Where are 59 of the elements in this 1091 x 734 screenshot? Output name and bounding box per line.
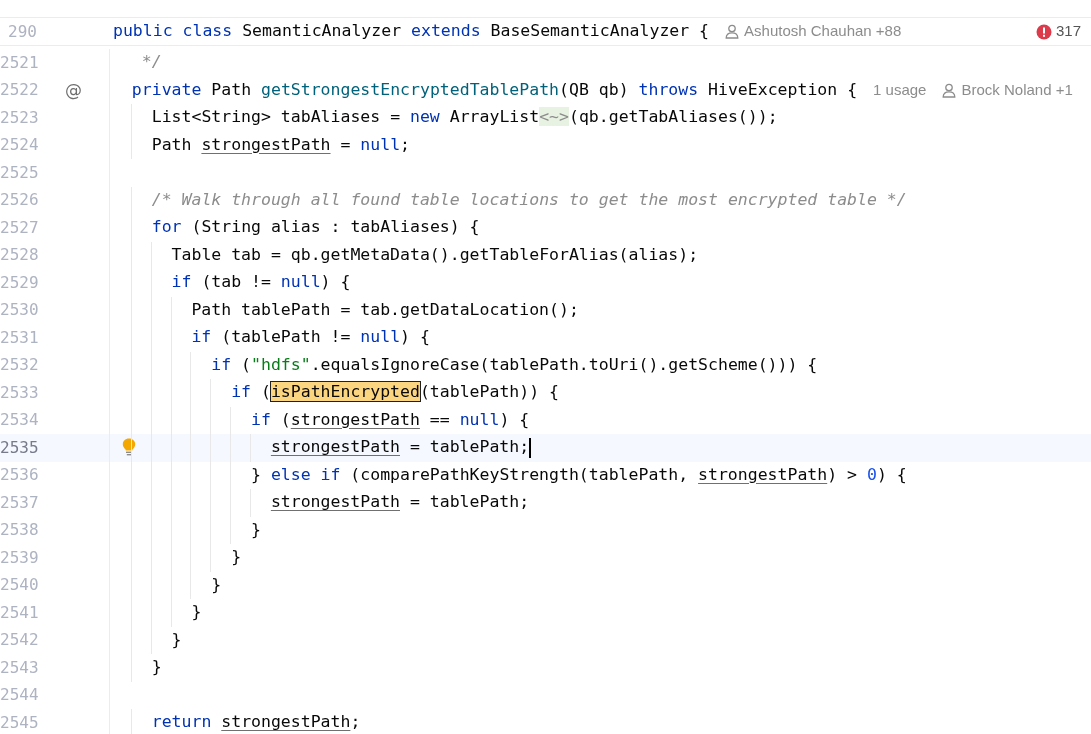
line-number: 2543 (0, 656, 37, 679)
code-line: if (isPathEncrypted(tablePath)) { (231, 381, 559, 404)
code-line: private Path getStrongestEncryptedTablePath(QB qb) throws HiveException { (131, 78, 858, 101)
code-line: } (191, 601, 202, 624)
text-cursor (529, 437, 532, 458)
line-number: 2542 (0, 629, 37, 652)
code-line: strongestPath = tablePath; (270, 491, 530, 514)
code-line: if (tablePath != null) { (191, 326, 430, 349)
line-number: 2534 (0, 409, 37, 432)
code-line: Path tablePath = tab.getDataLocation(); (191, 298, 579, 321)
code-line: Table tab = qb.getMetaData().getTableForAlias(alias); (171, 243, 699, 266)
code-line: for (String alias : tabAliases) { (151, 216, 480, 239)
code-line: } (231, 546, 242, 569)
code-line: } (211, 573, 222, 596)
error-icon[interactable] (1035, 23, 1052, 40)
line-number: 2525 (0, 161, 37, 184)
code-line: } else if (comparePathKeyStrength(tablePath, strongestPath) > 0) { (251, 463, 907, 486)
line-number: 2544 (0, 684, 37, 707)
person-icon (942, 82, 957, 98)
line-number: 2530 (0, 299, 37, 322)
code-line: */ (141, 51, 162, 74)
line-number: 2536 (0, 464, 37, 487)
usage-hint[interactable]: 1 usage (873, 79, 927, 102)
code-line: Path strongestPath = null; (151, 133, 411, 156)
code-line: } (151, 656, 162, 679)
code-line: } (251, 518, 261, 541)
code-line: if (tab != null) { (171, 271, 351, 294)
line-number: 2545 (0, 711, 37, 734)
line-number: 2535 (0, 436, 37, 459)
code-line: /* Walk through all found table locations to get the most encrypted table */ (151, 188, 907, 211)
code-line: List<String> tabAliases = new ArrayList<~>(qb.getTabAliases()); (151, 106, 778, 129)
line-number: 2521 (0, 51, 37, 74)
line-number: 2523 (0, 106, 37, 129)
line-number: 2539 (0, 546, 37, 569)
code-line: public class SemanticAnalyzer extends BaseSemanticAnalyzer { (113, 20, 710, 43)
code-line: strongestPath = tablePath; (270, 436, 530, 459)
person-icon (725, 24, 740, 39)
code-line: return strongestPath; (151, 711, 361, 734)
line-number: 290 (7, 20, 37, 43)
line-number: 2522 (0, 79, 37, 102)
code-line: } (171, 628, 182, 651)
line-number: 2540 (0, 574, 37, 597)
error-count[interactable]: 317 (1055, 20, 1081, 43)
line-number: 2524 (0, 134, 37, 157)
line-number: 2529 (0, 271, 37, 294)
line-number: 2526 (0, 189, 37, 212)
line-number: 2531 (0, 326, 37, 349)
author-hint[interactable]: Brock Noland +1 (961, 79, 1073, 102)
line-number: 2528 (0, 244, 37, 267)
code-line: if ("hdfs".equalsIgnoreCase(tablePath.toUri().getScheme())) { (211, 353, 818, 376)
annotation-marker[interactable]: @ (65, 79, 82, 100)
line-number: 2527 (0, 216, 37, 239)
line-number: 2541 (0, 601, 37, 624)
line-number: 2533 (0, 381, 37, 404)
code-line: if (strongestPath == null) { (251, 408, 530, 431)
line-number: 2538 (0, 519, 37, 542)
line-number: 2532 (0, 354, 37, 377)
line-number: 2537 (0, 491, 37, 514)
author-hint[interactable]: Ashutosh Chauhan +88 (744, 20, 902, 43)
